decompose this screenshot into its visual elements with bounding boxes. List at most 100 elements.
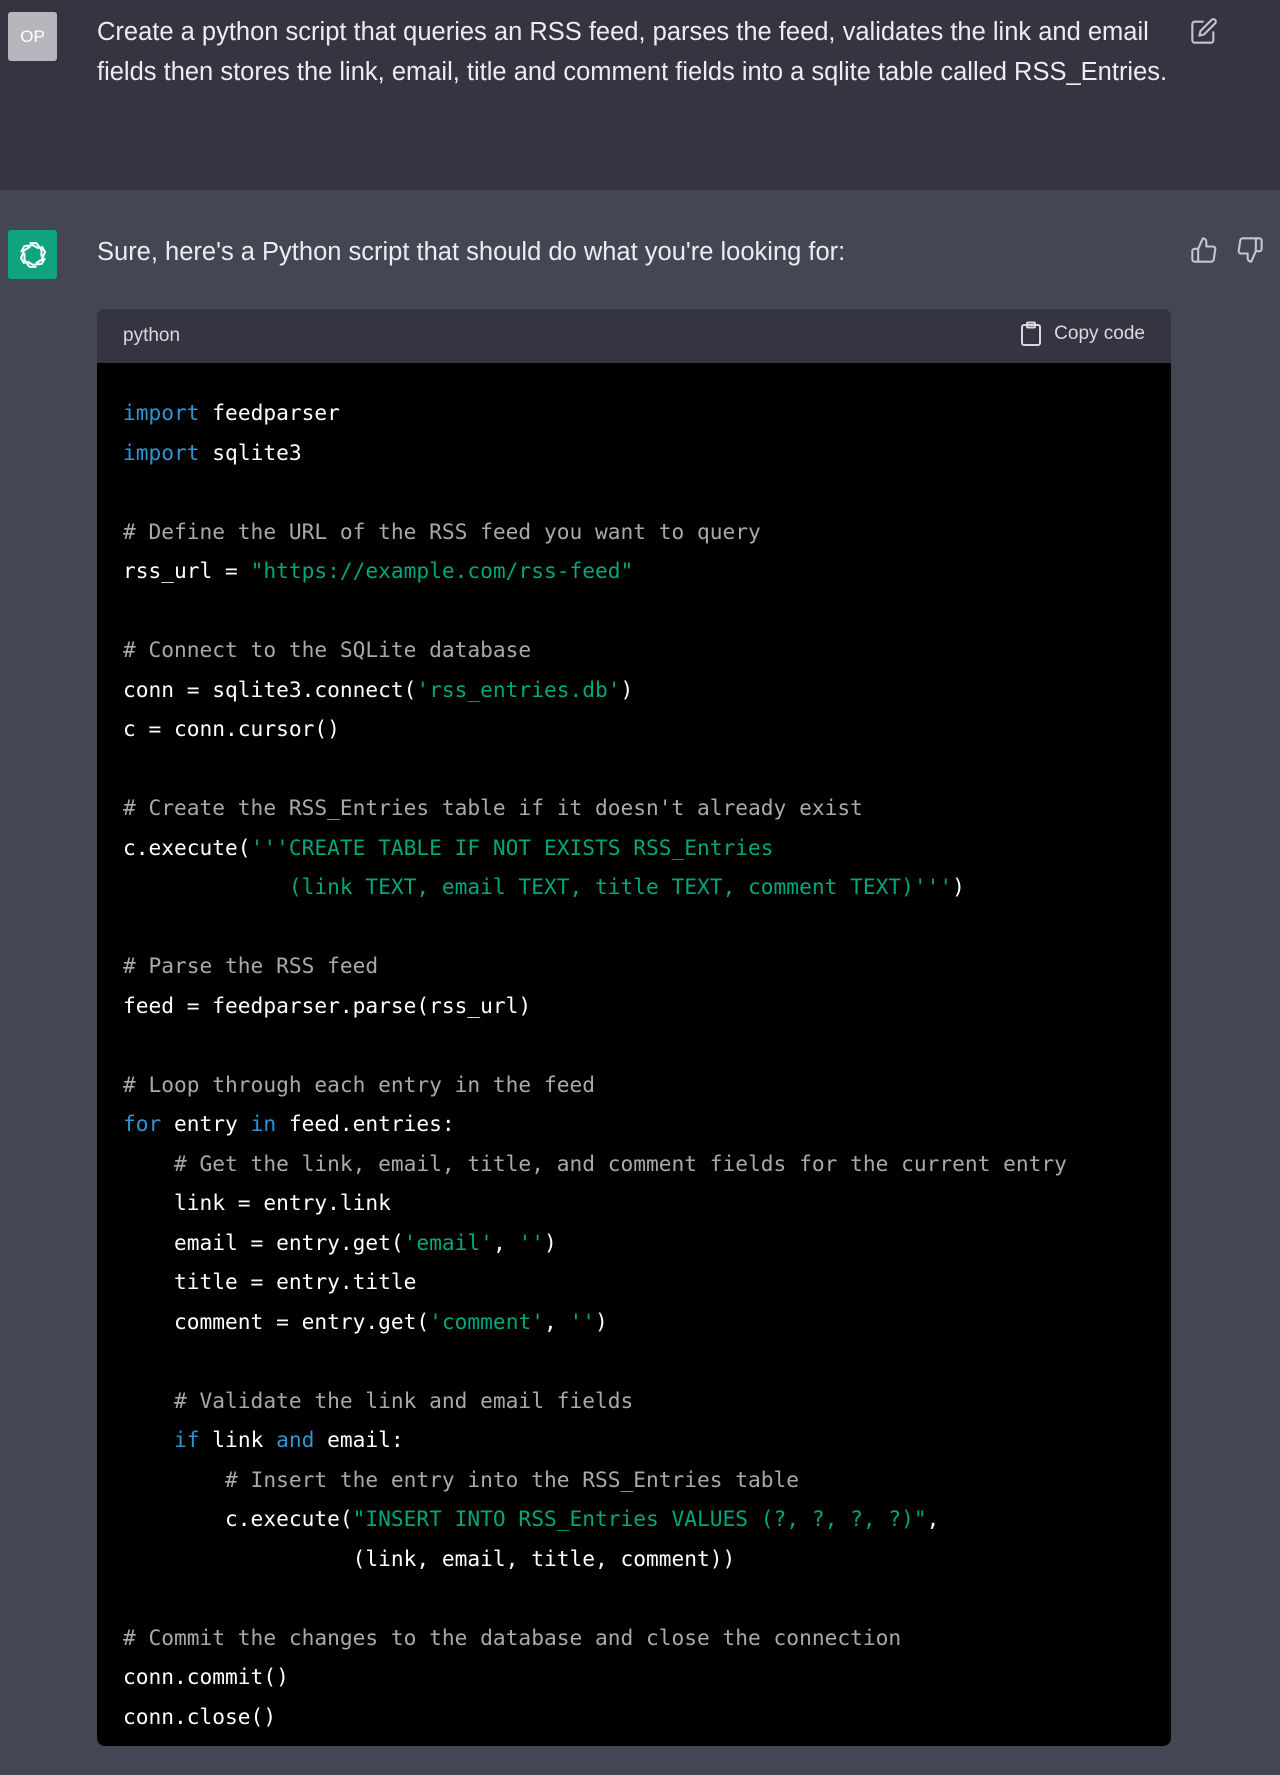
code-line: comment = entry.get('comment', '')	[123, 1302, 1145, 1342]
code-line: # Connect to the SQLite database	[123, 630, 1145, 670]
code-line: # Create the RSS_Entries table if it doe…	[123, 788, 1145, 828]
code-line: for entry in feed.entries:	[123, 1104, 1145, 1144]
code-block-header: python Copy code	[97, 309, 1171, 363]
code-line: c.execute('''CREATE TABLE IF NOT EXISTS …	[123, 828, 1145, 868]
code-token: feed = feedparser.parse(rss_url)	[123, 992, 532, 1018]
code-token: email:	[314, 1427, 404, 1452]
openai-logo-icon	[19, 241, 46, 268]
code-token: '''CREATE TABLE IF NOT EXISTS RSS_Entrie…	[250, 834, 774, 860]
code-token: # Commit the changes to the database and…	[123, 1624, 902, 1650]
code-line: feed = feedparser.parse(rss_url)	[123, 986, 1145, 1026]
code-token: (link TEXT, email TEXT, title TEXT, comm…	[123, 874, 953, 899]
code-line: # Commit the changes to the database and…	[123, 1618, 1145, 1658]
code-line: # Get the link, email, title, and commen…	[123, 1144, 1145, 1184]
code-token: import	[123, 439, 200, 465]
code-token: conn = sqlite3.connect(	[123, 676, 417, 702]
code-token: # Loop through each entry in the feed	[123, 1071, 595, 1097]
code-line: conn = sqlite3.connect('rss_entries.db')	[123, 670, 1145, 710]
code-token: # Insert the entry into the RSS_Entries …	[123, 1466, 800, 1492]
code-line: conn.close()	[123, 1697, 1145, 1737]
code-token: title = entry.title	[123, 1269, 417, 1294]
code-line: title = entry.title	[123, 1262, 1145, 1302]
code-token: 'email'	[403, 1229, 493, 1255]
code-token: in	[250, 1111, 277, 1136]
code-line: import sqlite3	[123, 433, 1145, 473]
code-token: sqlite3	[199, 439, 302, 465]
assistant-avatar	[8, 230, 57, 279]
user-message-text: Create a python script that queries an R…	[97, 18, 1168, 86]
code-token: "INSERT INTO RSS_Entries VALUES (?, ?, ?…	[352, 1506, 927, 1531]
code-line: email = entry.get('email', '')	[123, 1223, 1145, 1263]
code-token: (link, email, title, comment))	[123, 1545, 736, 1571]
code-token: ,	[926, 1506, 940, 1531]
code-token: # Define the URL of the RSS feed you wan…	[123, 518, 761, 544]
code-line: # Parse the RSS feed	[123, 946, 1145, 986]
assistant-intro-text: Sure, here's a Python script that should…	[97, 238, 846, 266]
code-token: link = entry.link	[123, 1190, 391, 1215]
code-token: # Parse the RSS feed	[123, 953, 379, 978]
code-line: # Validate the link and email fields	[123, 1381, 1145, 1421]
code-line: (link TEXT, email TEXT, title TEXT, comm…	[123, 867, 1145, 907]
user-avatar: OP	[8, 12, 57, 61]
code-line: import feedparser	[123, 393, 1145, 433]
code-token: import	[123, 400, 200, 425]
code-token: entry	[161, 1111, 251, 1136]
code-token: c.execute(	[123, 834, 251, 860]
code-token: for	[123, 1111, 162, 1136]
code-line: rss_url = "https://example.com/rss-feed"	[123, 551, 1145, 591]
code-token: 'rss_entries.db'	[416, 676, 621, 702]
code-token: conn.commit()	[123, 1664, 289, 1689]
code-token: # Connect to the SQLite database	[123, 637, 532, 662]
copy-code-label: Copy code	[1054, 323, 1145, 344]
code-token: # Create the RSS_Entries table if it doe…	[123, 795, 863, 820]
clipboard-icon	[1021, 321, 1042, 346]
code-token: # Get the link, email, title, and commen…	[123, 1150, 1067, 1176]
assistant-message: Sure, here's a Python script that should…	[0, 190, 1280, 1775]
code-token: "https://example.com/rss-feed"	[250, 558, 634, 583]
code-token: c.execute(	[123, 1506, 353, 1531]
code-token: )	[595, 1308, 608, 1334]
code-token: 'comment'	[429, 1308, 544, 1334]
edit-icon[interactable]	[1190, 17, 1218, 45]
code-token: ''	[518, 1229, 544, 1255]
code-token: )	[620, 676, 634, 702]
code-token: )	[952, 874, 965, 899]
code-line: c = conn.cursor()	[123, 709, 1145, 749]
code-line: # Insert the entry into the RSS_Entries …	[123, 1460, 1145, 1500]
code-line: link = entry.link	[123, 1183, 1145, 1223]
code-token: if	[123, 1427, 200, 1452]
code-line: # Define the URL of the RSS feed you wan…	[123, 512, 1145, 552]
thumb-up-icon[interactable]	[1190, 236, 1218, 264]
code-line: if link and email:	[123, 1420, 1145, 1460]
code-token: and	[276, 1427, 315, 1452]
code-block: python Copy code import feedparser import…	[97, 309, 1171, 1746]
code-token: comment = entry.get(	[123, 1308, 430, 1334]
code-token: ''	[569, 1308, 595, 1334]
code-line: c.execute("INSERT INTO RSS_Entries VALUE…	[123, 1499, 1145, 1539]
code-token: conn.close()	[123, 1703, 277, 1729]
code-language-label: python	[123, 325, 181, 346]
user-message: OP Create a python script that queries a…	[0, 0, 1280, 190]
copy-code-button[interactable]: Copy code	[1020, 321, 1145, 347]
code-token: feed.entries:	[276, 1111, 455, 1136]
code-line: # Loop through each entry in the feed	[123, 1065, 1145, 1105]
code-token: ,	[492, 1229, 519, 1255]
code-token: email = entry.get(	[123, 1229, 404, 1255]
code-content: import feedparser import sqlite3 # Define …	[97, 363, 1171, 1746]
thumb-down-icon[interactable]	[1236, 236, 1264, 264]
code-token: c = conn.cursor()	[123, 716, 340, 741]
code-line: (link, email, title, comment))	[123, 1539, 1145, 1579]
code-token: # Validate the link and email fields	[123, 1387, 634, 1413]
code-token: link	[199, 1427, 277, 1452]
code-token: rss_url =	[123, 558, 251, 583]
code-token: )	[543, 1229, 557, 1255]
code-token: ,	[543, 1308, 570, 1334]
code-line: conn.commit()	[123, 1657, 1145, 1697]
